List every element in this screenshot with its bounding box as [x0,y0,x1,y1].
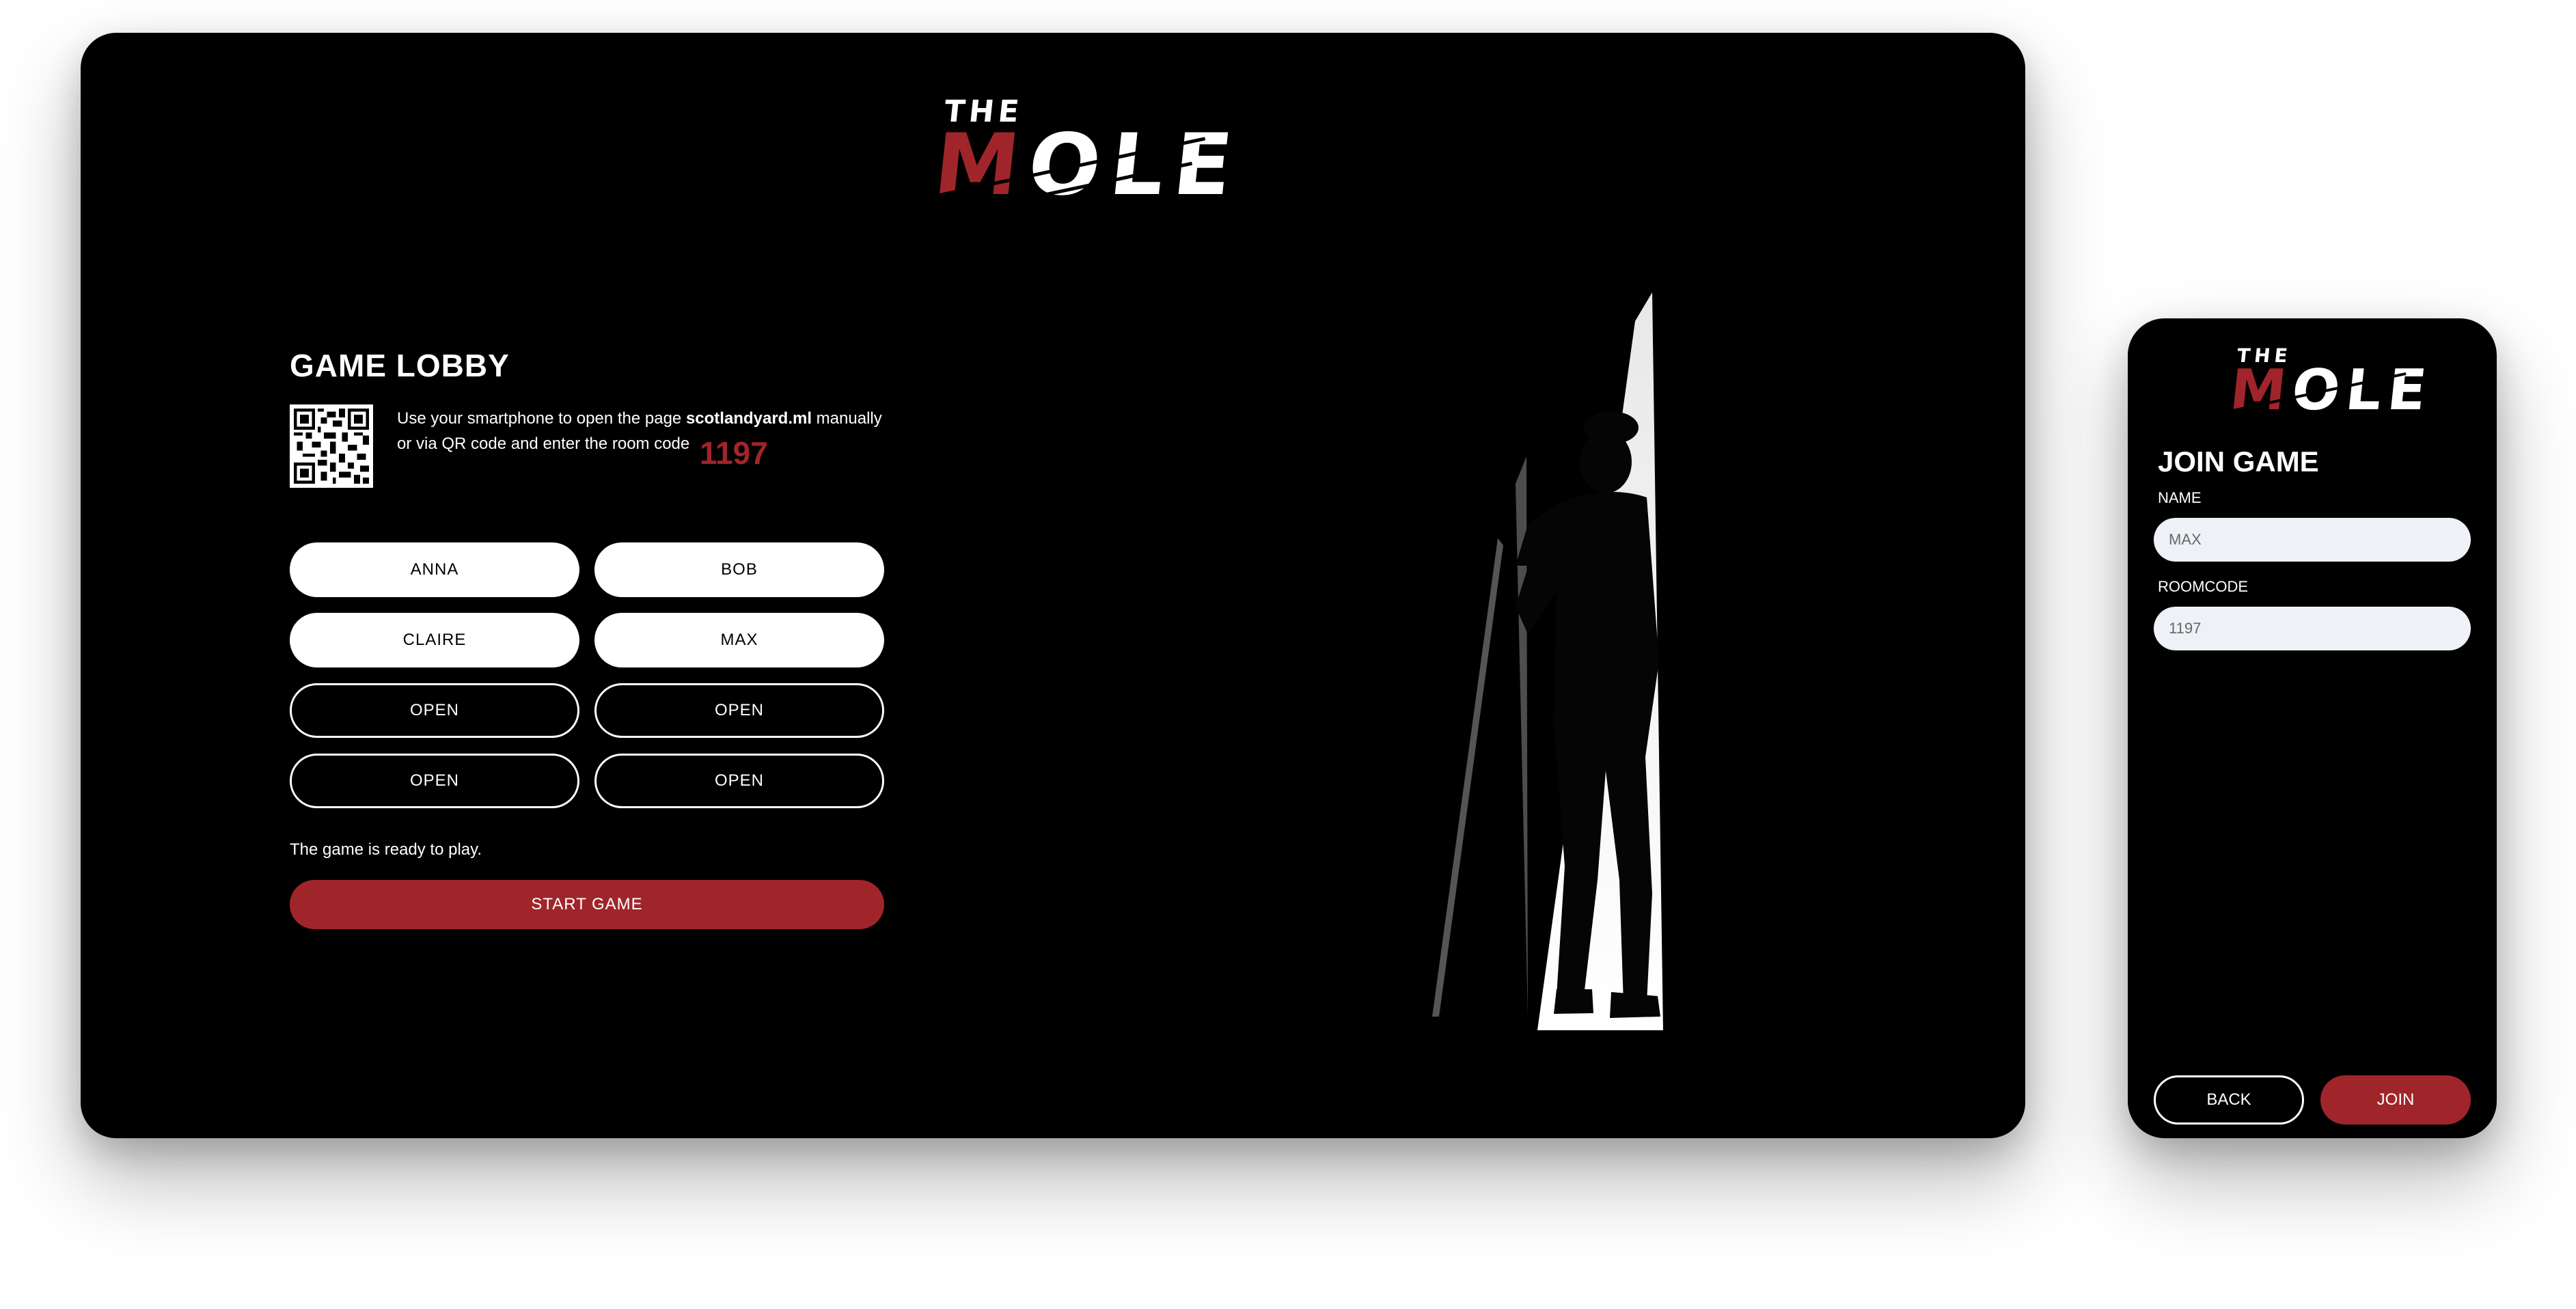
roomcode-label: ROOMCODE [2158,578,2248,595]
name-label: NAME [2158,489,2202,506]
back-button[interactable]: BACK [2154,1075,2304,1125]
lobby-panel: GAME LOBBY Use your smartphone to open t… [290,347,884,929]
instructions-text-before: Use your smartphone to open the page [397,409,686,428]
roomcode-input[interactable] [2154,607,2471,650]
start-game-button[interactable]: START GAME [290,880,884,929]
room-code: 1197 [700,435,768,471]
open-slot[interactable]: OPEN [290,683,579,738]
desktop-lobby-screen: THE MOLE GAME LOBBY Use your smartphone … [81,33,2025,1138]
join-button[interactable]: JOIN [2320,1075,2471,1125]
name-input[interactable] [2154,518,2471,562]
player-slot[interactable]: MAX [594,613,884,667]
player-slot[interactable]: CLAIRE [290,613,579,667]
join-game-title: JOIN GAME [2158,445,2319,478]
site-link[interactable]: scotlandyard.ml [686,409,812,428]
logo-mole-rest: OLE [2288,358,2436,423]
open-slot[interactable]: OPEN [290,754,579,808]
game-status-text: The game is ready to play. [290,840,482,859]
the-mole-logo: THE MOLE [929,63,1246,215]
instructions-text: Use your smartphone to open the page sco… [397,406,889,456]
mobile-join-screen: THE MOLE JOIN GAME NAME ROOMCODE BACK JO… [2128,318,2497,1138]
join-instructions: Use your smartphone to open the page sco… [290,404,884,488]
qr-code-icon[interactable] [290,404,373,488]
open-slot[interactable]: OPEN [594,683,884,738]
the-mole-logo: THE MOLE [2227,343,2436,425]
player-slot[interactable]: BOB [594,542,884,597]
logo-mole-initial: M [2227,358,2296,423]
open-slot[interactable]: OPEN [594,754,884,808]
doorway-silhouette-image [1432,292,1663,1030]
logo-mole-rest: OLE [1023,116,1247,215]
player-slot[interactable]: ANNA [290,542,579,597]
lobby-title: GAME LOBBY [290,348,510,383]
logo-mole-text: MOLE [929,116,1246,215]
